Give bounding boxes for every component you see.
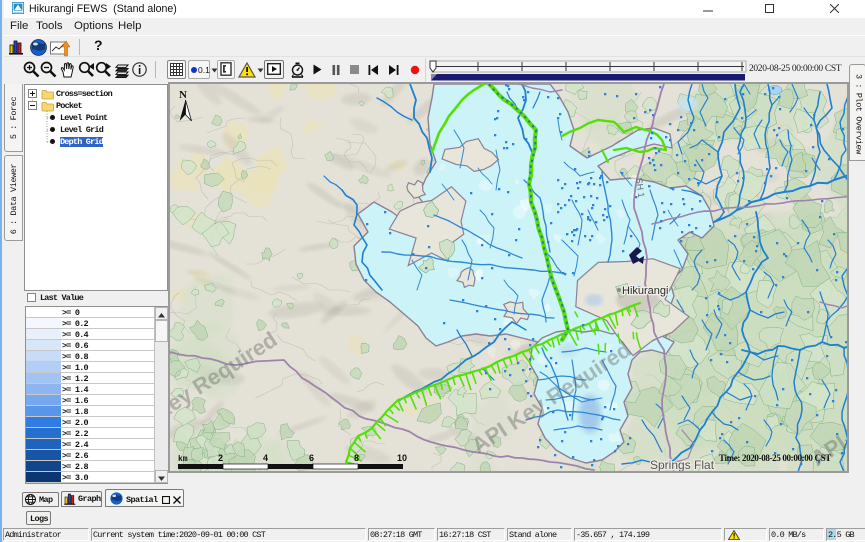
svg-text:6: 6 bbox=[309, 453, 314, 463]
svg-text:N: N bbox=[179, 89, 187, 101]
svg-text:Springs Flat: Springs Flat bbox=[650, 458, 715, 471]
svg-text:10: 10 bbox=[397, 453, 407, 463]
svg-text:4: 4 bbox=[263, 453, 268, 463]
svg-text:Time: 2020-08-25 00:00:00 CST: Time: 2020-08-25 00:00:00 CST bbox=[719, 453, 831, 463]
svg-text:2: 2 bbox=[218, 453, 223, 463]
svg-text:Hikurangi: Hikurangi bbox=[622, 285, 668, 297]
svg-text:km: km bbox=[178, 455, 188, 464]
svg-text:8: 8 bbox=[354, 453, 359, 463]
